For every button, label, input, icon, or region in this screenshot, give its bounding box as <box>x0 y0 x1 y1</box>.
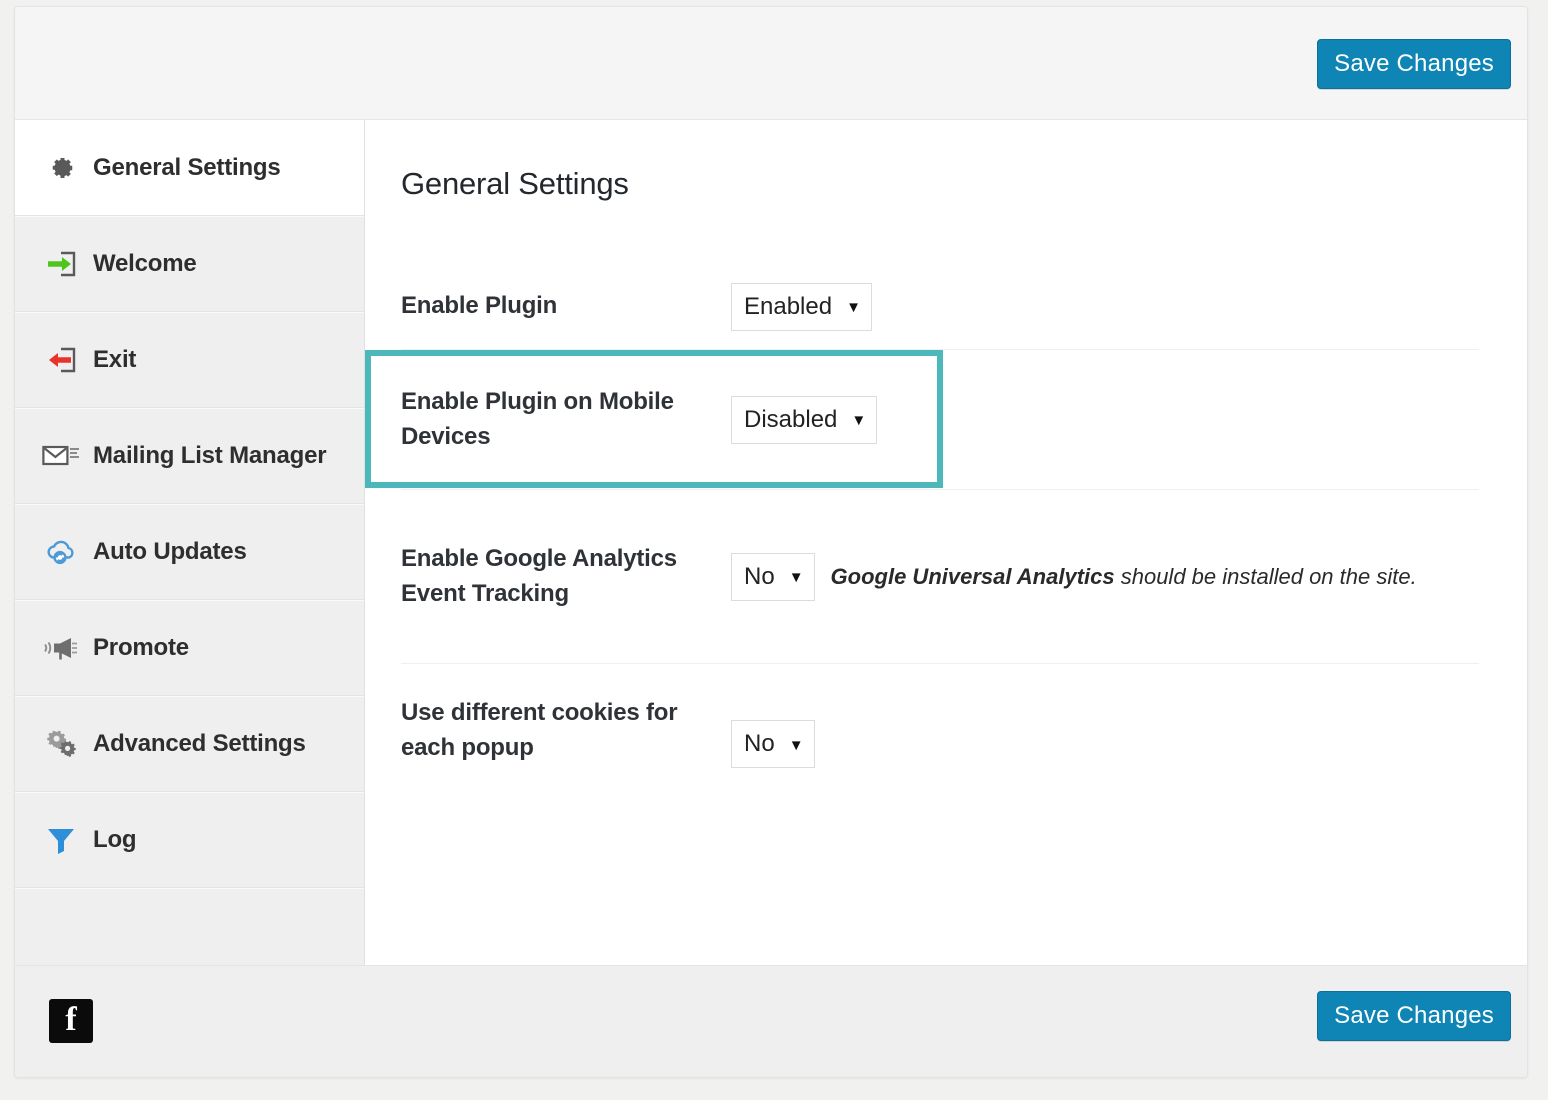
field-hint: Google Universal Analytics should be ins… <box>831 564 1417 590</box>
cloud-sync-icon <box>41 532 81 572</box>
enable-plugin-mobile-select[interactable]: Disabled ▼ <box>731 396 877 444</box>
field-label: Enable Plugin on Mobile Devices <box>401 385 731 455</box>
field-control: Disabled ▼ <box>731 396 877 444</box>
sidebar-nav: General Settings Welcome <box>15 120 365 965</box>
field-control: Enabled ▼ <box>731 283 872 331</box>
different-cookies-select[interactable]: No ▼ <box>731 720 815 768</box>
settings-card: Save Changes General Settings <box>14 6 1528 1078</box>
chevron-down-icon: ▼ <box>846 300 861 315</box>
sidebar-item-mailing-list-manager[interactable]: Mailing List Manager <box>15 408 364 504</box>
google-analytics-select[interactable]: No ▼ <box>731 553 815 601</box>
select-value: No <box>744 730 775 758</box>
field-label: Enable Google Analytics Event Tracking <box>401 542 731 612</box>
save-changes-button-top[interactable]: Save Changes <box>1317 39 1511 89</box>
exit-arrow-icon <box>41 340 81 380</box>
sidebar-item-promote[interactable]: Promote <box>15 600 364 696</box>
sidebar-item-label: Advanced Settings <box>93 730 306 758</box>
sidebar-item-label: Welcome <box>93 250 197 278</box>
select-value: No <box>744 563 775 591</box>
setting-row-google-analytics: Enable Google Analytics Event Tracking N… <box>401 490 1479 664</box>
sidebar-item-label: General Settings <box>93 154 281 182</box>
card-footer: f Save Changes <box>15 965 1527 1078</box>
enter-arrow-icon <box>41 244 81 284</box>
card-header: Save Changes <box>15 7 1527 120</box>
field-label: Use different cookies for each popup <box>401 682 731 766</box>
chevron-down-icon: ▼ <box>789 738 804 753</box>
enable-plugin-select[interactable]: Enabled ▼ <box>731 283 872 331</box>
card-body: General Settings Welcome <box>15 120 1527 965</box>
field-hint-text: should be installed on the site. <box>1115 564 1417 589</box>
sidebar-item-label: Mailing List Manager <box>93 442 326 470</box>
settings-content: General Settings Enable Plugin Enabled ▼ <box>365 120 1527 965</box>
sidebar-item-advanced-settings[interactable]: Advanced Settings <box>15 696 364 792</box>
setting-row-different-cookies: Use different cookies for each popup No … <box>401 664 1479 844</box>
field-control: No ▼ Google Universal Analytics should b… <box>731 553 1417 601</box>
sidebar-item-label: Auto Updates <box>93 538 247 566</box>
envelope-icon <box>41 436 81 476</box>
facebook-icon[interactable]: f <box>49 999 93 1043</box>
sidebar-item-label: Exit <box>93 346 136 374</box>
select-value: Disabled <box>744 406 837 434</box>
funnel-icon <box>41 820 81 860</box>
sidebar-item-auto-updates[interactable]: Auto Updates <box>15 504 364 600</box>
select-value: Enabled <box>744 293 832 321</box>
settings-form: Enable Plugin Enabled ▼ Enable Plugin on… <box>401 264 1527 844</box>
gear-icon <box>41 148 81 188</box>
save-changes-button-bottom[interactable]: Save Changes <box>1317 991 1511 1041</box>
page-title: General Settings <box>401 166 1527 202</box>
field-control: No ▼ <box>731 682 815 768</box>
sidebar-item-welcome[interactable]: Welcome <box>15 216 364 312</box>
sidebar-item-label: Promote <box>93 634 189 662</box>
double-gear-icon <box>41 724 81 764</box>
setting-row-enable-plugin-mobile: Enable Plugin on Mobile Devices Disabled… <box>401 350 1479 490</box>
chevron-down-icon: ▼ <box>789 570 804 585</box>
setting-row-enable-plugin: Enable Plugin Enabled ▼ <box>401 264 1479 350</box>
sidebar-item-general-settings[interactable]: General Settings <box>15 120 364 216</box>
sidebar-item-label: Log <box>93 826 136 854</box>
chevron-down-icon: ▼ <box>851 413 866 428</box>
sidebar-item-log[interactable]: Log <box>15 792 364 888</box>
field-label: Enable Plugin <box>401 289 731 324</box>
megaphone-icon <box>41 628 81 668</box>
field-hint-emphasis: Google Universal Analytics <box>831 564 1115 589</box>
sidebar-item-exit[interactable]: Exit <box>15 312 364 408</box>
